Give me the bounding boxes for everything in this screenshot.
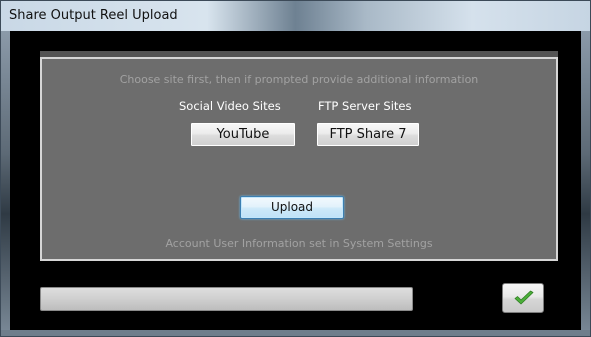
ftp-server-sites-label: FTP Server Sites bbox=[318, 99, 412, 113]
title-bar[interactable]: Share Output Reel Upload bbox=[1, 1, 590, 31]
upload-button[interactable]: Upload bbox=[240, 196, 344, 219]
ok-button[interactable] bbox=[502, 283, 544, 313]
youtube-button[interactable]: YouTube bbox=[190, 122, 296, 147]
window-title: Share Output Reel Upload bbox=[9, 8, 178, 23]
upload-progress-bar bbox=[40, 287, 413, 311]
checkmark-icon bbox=[514, 290, 534, 305]
window-frame-bottom bbox=[1, 330, 590, 336]
window-frame-left bbox=[1, 31, 10, 336]
share-output-reel-upload-window: Share Output Reel Upload Choose site fir… bbox=[0, 0, 591, 337]
ftp-share-button[interactable]: FTP Share 7 bbox=[316, 122, 420, 147]
window-frame-right bbox=[581, 31, 590, 336]
account-info-text: Account User Information set in System S… bbox=[165, 237, 433, 250]
upload-options-panel: Choose site first, then if prompted prov… bbox=[40, 57, 558, 261]
social-video-sites-label: Social Video Sites bbox=[179, 99, 281, 113]
instruction-text: Choose site first, then if prompted prov… bbox=[119, 73, 479, 86]
dialog-client-area: Choose site first, then if prompted prov… bbox=[10, 31, 581, 330]
